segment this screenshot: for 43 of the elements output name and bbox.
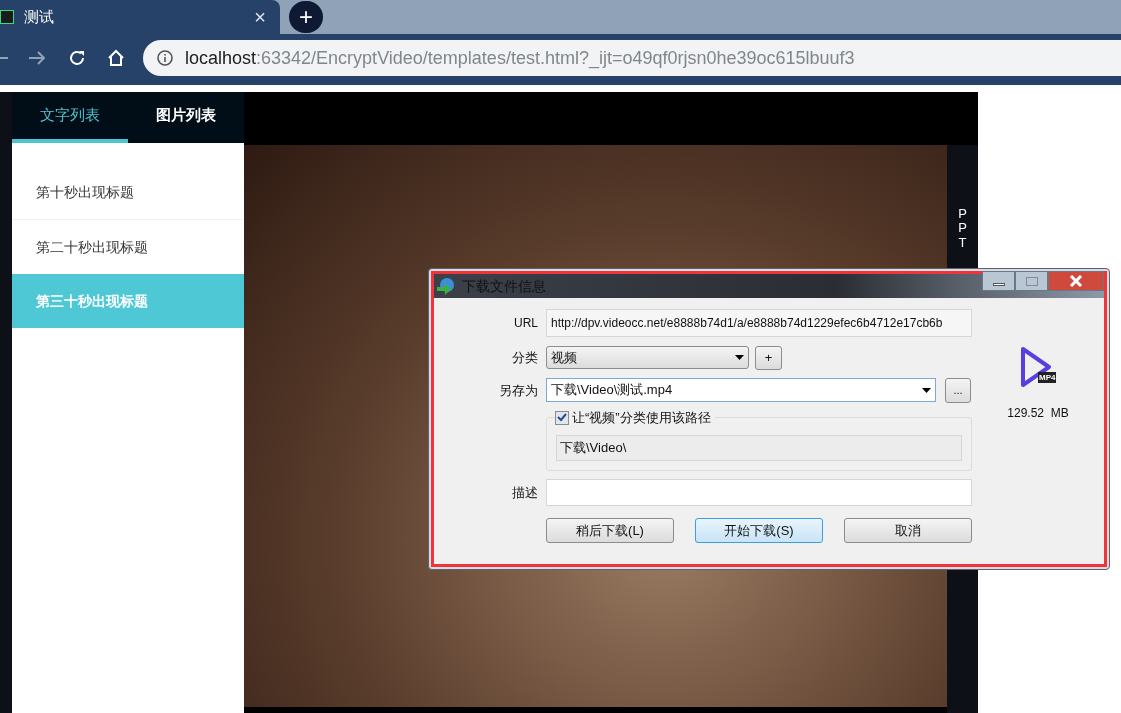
url-text: localhost:63342/EncryptVideo/templates/test.html?_ijt=o49qf0rjsn0he39oc615lbuuf3 xyxy=(185,46,855,71)
save-as-label: 另存为 xyxy=(498,381,538,400)
new-tab-button[interactable]: + xyxy=(289,1,323,33)
description-field[interactable] xyxy=(546,479,972,506)
tab-close-button[interactable]: × xyxy=(254,2,266,32)
ppt-label: PPT xyxy=(957,207,968,250)
tab-title: 测试 xyxy=(24,6,54,27)
globe-download-icon xyxy=(436,277,456,295)
checkbox-box[interactable] xyxy=(555,410,569,425)
dialog-button[interactable]: 取消 xyxy=(844,518,972,543)
dialog-button[interactable]: 开始下载(S) xyxy=(695,518,823,543)
list-item[interactable]: 第二十秒出现标题 xyxy=(12,220,244,274)
dropdown-caret-icon xyxy=(735,355,744,360)
file-type-badge: MP4 xyxy=(1038,372,1057,383)
file-size: 129.52 MB xyxy=(1007,405,1069,422)
checkmark-icon xyxy=(557,413,567,423)
close-icon xyxy=(1069,275,1083,287)
url-field[interactable]: http://dpv.videocc.net/e8888b74d1/a/e8888b74d1229efec6b4712e17cb6b xyxy=(546,309,972,337)
maximize-button[interactable] xyxy=(1015,271,1048,291)
info-icon[interactable] xyxy=(157,50,173,66)
browser-tab[interactable]: 测试 × xyxy=(0,0,280,34)
dropdown-caret-icon xyxy=(922,387,931,393)
home-icon[interactable] xyxy=(107,49,125,67)
minimize-button[interactable] xyxy=(982,271,1015,291)
close-button[interactable] xyxy=(1048,271,1104,291)
list-tab[interactable]: 图片列表 xyxy=(128,92,244,143)
minimize-icon xyxy=(992,283,1005,286)
url-label: URL xyxy=(513,315,538,332)
browse-button[interactable]: ... xyxy=(945,378,971,403)
list-tab[interactable]: 文字列表 xyxy=(12,92,128,143)
category-label: 分类 xyxy=(511,349,538,368)
reload-icon[interactable] xyxy=(68,49,86,67)
app-icon xyxy=(0,10,14,24)
description-label: 描述 xyxy=(511,483,538,502)
dialog-button[interactable]: 稍后下载(L) xyxy=(546,518,674,543)
maximize-icon xyxy=(1025,276,1038,286)
address-bar[interactable]: localhost:63342/EncryptVideo/templates/test.html?_ijt=o49qf0rjsn0he39oc615lbuuf3 xyxy=(143,40,1121,76)
save-as-field[interactable]: 下载\Video\测试.mp4 xyxy=(546,378,936,402)
remember-path-checkbox[interactable]: 让“视频”分类使用该路径 xyxy=(555,408,715,428)
forward-icon[interactable] xyxy=(28,49,46,67)
path-field: 下载\Video\ xyxy=(556,435,962,461)
add-category-button[interactable]: + xyxy=(755,346,782,370)
category-dropdown[interactable]: 视频 xyxy=(546,346,749,369)
